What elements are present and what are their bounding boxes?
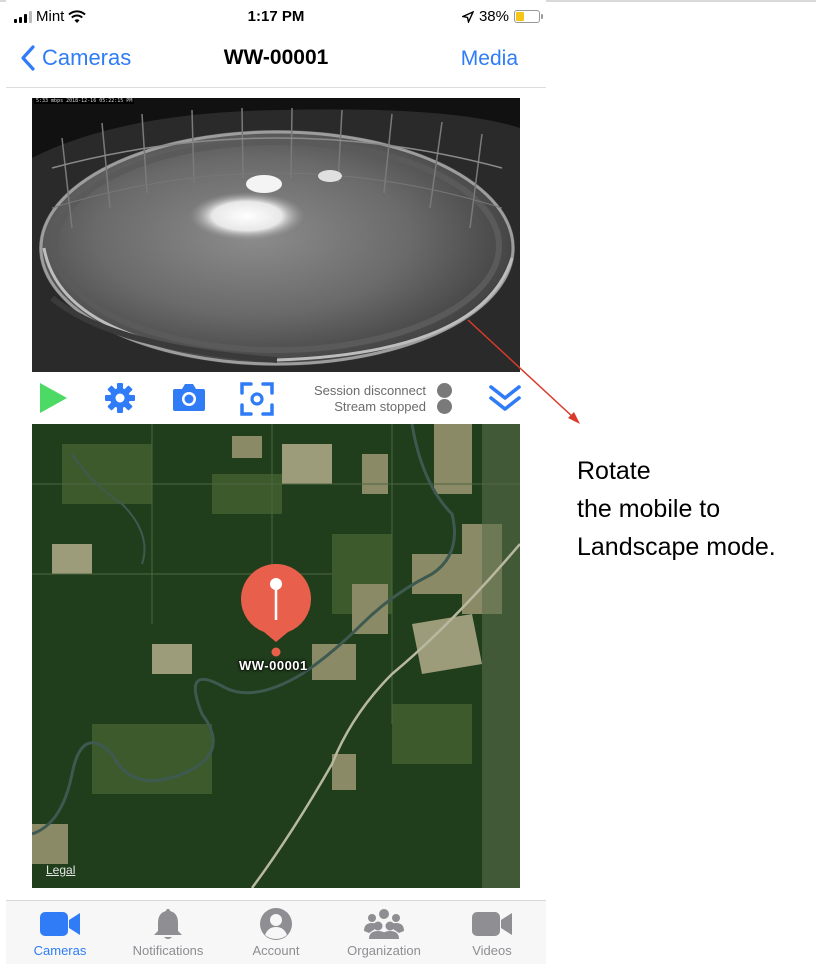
video-controls: Session disconnect Stream stopped xyxy=(32,372,522,424)
tab-account-label: Account xyxy=(252,943,300,958)
tab-notifications[interactable]: Notifications xyxy=(114,907,222,958)
session-status-dot xyxy=(437,383,452,398)
gear-icon xyxy=(105,383,135,413)
account-icon xyxy=(260,908,292,940)
tab-organization-label: Organization xyxy=(347,943,421,958)
legal-link[interactable]: Legal xyxy=(46,863,75,877)
focus-button[interactable] xyxy=(240,382,274,421)
stream-status-text: Stream stopped xyxy=(334,399,426,414)
status-indicators xyxy=(437,383,452,415)
tab-bar: Cameras Notifications Account Organizati… xyxy=(6,900,546,964)
tab-videos[interactable]: Videos xyxy=(438,907,546,958)
media-button[interactable]: Media xyxy=(461,47,518,71)
tab-videos-label: Videos xyxy=(472,943,512,958)
connection-status: Session disconnect Stream stopped xyxy=(314,383,426,415)
play-icon xyxy=(40,383,67,413)
camera-feed[interactable]: 5:33 mbps 2018-12-16 05:22:15 PM xyxy=(32,98,520,372)
battery-area: 38% xyxy=(461,8,543,25)
session-status-text: Session disconnect xyxy=(313,383,426,398)
focus-frame-icon xyxy=(240,382,274,416)
tab-cameras[interactable]: Cameras xyxy=(6,907,114,958)
status-bar: Mint 1:17 PM 38% xyxy=(6,4,546,32)
tab-notifications-label: Notifications xyxy=(132,943,204,958)
snapshot-button[interactable] xyxy=(172,382,206,417)
bell-icon xyxy=(154,909,182,939)
organization-icon xyxy=(364,909,404,939)
play-button[interactable] xyxy=(38,382,68,419)
annotation-line-2: the mobile to xyxy=(577,495,721,523)
map-pin-label: WW-00001 xyxy=(239,658,308,673)
map-view[interactable]: WW-00001 Legal xyxy=(32,424,520,888)
camera-feed-image xyxy=(32,98,520,372)
location-arrow-icon xyxy=(461,10,474,23)
back-button-label: Cameras xyxy=(42,45,132,70)
video-camera-icon xyxy=(40,912,80,936)
map-pin-icon[interactable] xyxy=(238,562,314,658)
chevron-left-icon xyxy=(21,45,35,71)
collapse-button[interactable] xyxy=(488,384,522,419)
annotation-line-1: Rotate xyxy=(577,457,651,485)
video-overlay-text: 5:33 mbps 2018-12-16 05:22:15 PM xyxy=(34,98,135,104)
double-chevron-down-icon xyxy=(489,385,521,411)
annotation-line-3: Landscape mode. xyxy=(577,533,776,561)
settings-button[interactable] xyxy=(104,382,136,419)
navigation-bar: Cameras WW-00001 Media xyxy=(6,36,546,88)
tab-organization[interactable]: Organization xyxy=(330,907,438,958)
tab-account[interactable]: Account xyxy=(222,907,330,958)
battery-percent: 38% xyxy=(478,8,509,25)
battery-icon xyxy=(514,10,543,23)
back-button[interactable]: Cameras xyxy=(20,44,131,72)
annotation-text: Rotate the mobile to Landscape mode. xyxy=(577,452,776,566)
stream-status-dot xyxy=(437,399,452,414)
tab-cameras-label: Cameras xyxy=(33,943,87,958)
phone-screen: Mint 1:17 PM 38% Cameras WW-00001 Media … xyxy=(6,0,546,964)
video-icon xyxy=(472,912,512,936)
camera-icon xyxy=(173,384,205,411)
